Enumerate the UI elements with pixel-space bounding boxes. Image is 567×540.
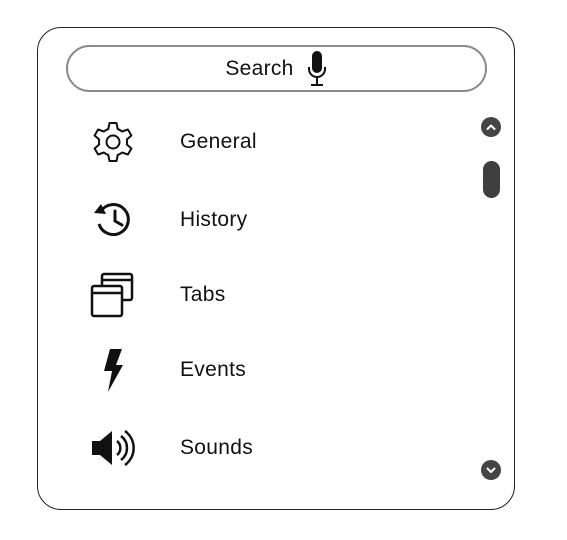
- menu-item-label: Sounds: [180, 436, 254, 459]
- gear-icon: [88, 112, 138, 172]
- tabs-icon: [88, 265, 138, 325]
- lightning-icon: [88, 340, 138, 400]
- menu-item-label: Tabs: [180, 283, 226, 306]
- microphone-icon[interactable]: [306, 50, 328, 88]
- scrollbar-thumb[interactable]: [483, 161, 500, 198]
- menu-item-tabs[interactable]: Tabs: [80, 265, 470, 325]
- menu-item-events[interactable]: Events: [80, 340, 470, 400]
- search-label: Search: [225, 56, 294, 80]
- chevron-up-icon: [486, 124, 496, 130]
- chevron-down-icon: [486, 467, 496, 473]
- menu-item-sounds[interactable]: Sounds: [80, 418, 470, 478]
- history-icon: [88, 190, 138, 250]
- scroll-up-button[interactable]: [481, 117, 501, 137]
- scroll-down-button[interactable]: [481, 460, 501, 480]
- menu-item-history[interactable]: History: [80, 190, 470, 250]
- menu-item-general[interactable]: General: [80, 112, 470, 172]
- speaker-icon: [88, 418, 138, 478]
- menu-item-label: General: [180, 130, 257, 153]
- menu-item-label: Events: [180, 358, 246, 381]
- search-bar[interactable]: Search: [66, 45, 487, 92]
- menu-item-label: History: [180, 208, 248, 231]
